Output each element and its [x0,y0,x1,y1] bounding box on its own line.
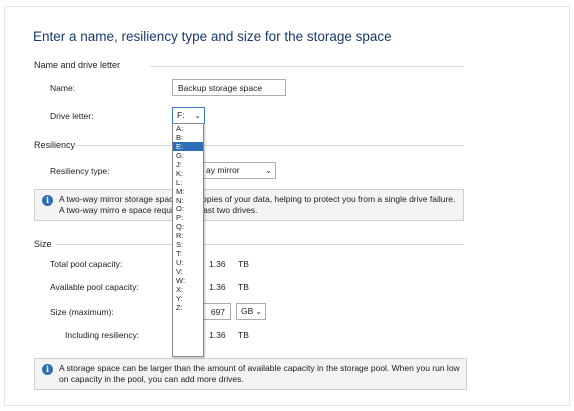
section-divider [150,66,464,67]
dropdown-option[interactable]: B: [173,133,203,142]
dropdown-option[interactable]: P: [173,213,203,222]
drive-letter-dropdown-list[interactable]: A: B: E: G: J: K: L: M: N: O: P: Q: R: S: T: U: V: W: X: Y:… [172,123,204,357]
dropdown-option[interactable]: O: [173,204,203,213]
chevron-down-icon: ⌄ [194,111,201,120]
dropdown-option[interactable]: X: [173,285,203,294]
pool-info-text: A storage space can be larger than the a… [59,363,460,384]
section-divider [56,244,464,245]
name-input[interactable]: Backup storage space [172,79,286,96]
dropdown-option[interactable]: L: [173,178,203,187]
size-unit-select[interactable]: GB ⌄ [236,303,266,320]
dropdown-option[interactable]: S: [173,240,203,249]
max-size-label: Size (maximum): [50,307,114,317]
page-heading: Enter a name, resiliency type and size f… [33,29,392,44]
info-icon: i [42,364,53,375]
dropdown-option[interactable]: R: [173,231,203,240]
drive-letter-select[interactable]: F: ⌄ [172,107,205,124]
dropdown-option[interactable]: A: [173,124,203,133]
pool-info-box: i A storage space can be larger than the… [34,358,467,390]
dropdown-option[interactable]: W: [173,276,203,285]
including-resiliency-unit: TB [238,330,249,340]
dropdown-option[interactable]: E: [173,141,203,151]
resiliency-info-text: A two-way mirror storage spac s two copi… [59,194,456,215]
resiliency-type-label: Resiliency type: [50,166,110,176]
dropdown-option[interactable]: U: [173,258,203,267]
drive-letter-label: Drive letter: [50,111,94,121]
dropdown-option[interactable]: J: [173,160,203,169]
available-capacity-value: 1.36 [209,282,226,292]
name-label: Name: [50,83,76,93]
info-icon: i [42,195,53,206]
dropdown-option[interactable]: T: [173,249,203,258]
available-capacity-unit: TB [238,282,249,292]
dropdown-option[interactable]: Y: [173,294,203,303]
size-unit-value: GB [241,306,254,316]
section-divider [72,145,464,146]
total-capacity-value: 1.36 [209,259,226,269]
section-title-name: Name and drive letter [34,60,121,70]
chevron-down-icon: ⌄ [265,166,272,175]
dropdown-option[interactable]: G: [173,151,203,160]
drive-letter-value: F: [177,110,185,120]
total-capacity-label: Total pool capacity: [50,259,123,269]
chevron-down-icon: ⌄ [255,307,262,316]
dropdown-option[interactable]: Z: [173,303,203,312]
including-resiliency-value: 1.36 [209,330,226,340]
total-capacity-unit: TB [238,259,249,269]
dropdown-option[interactable]: V: [173,267,203,276]
resiliency-type-value: ay mirror [206,165,240,175]
dropdown-option[interactable]: N: [173,196,203,205]
dropdown-option[interactable]: K: [173,169,203,178]
resiliency-info-box: i A two-way mirror storage spac s two co… [34,189,464,221]
dropdown-option[interactable]: Q: [173,222,203,231]
section-title-resiliency: Resiliency [34,140,76,150]
available-capacity-label: Available pool capacity: [50,282,139,292]
including-resiliency-label: Including resiliency: [65,330,140,340]
section-title-size: Size [34,239,52,249]
dropdown-option[interactable]: M: [173,187,203,196]
